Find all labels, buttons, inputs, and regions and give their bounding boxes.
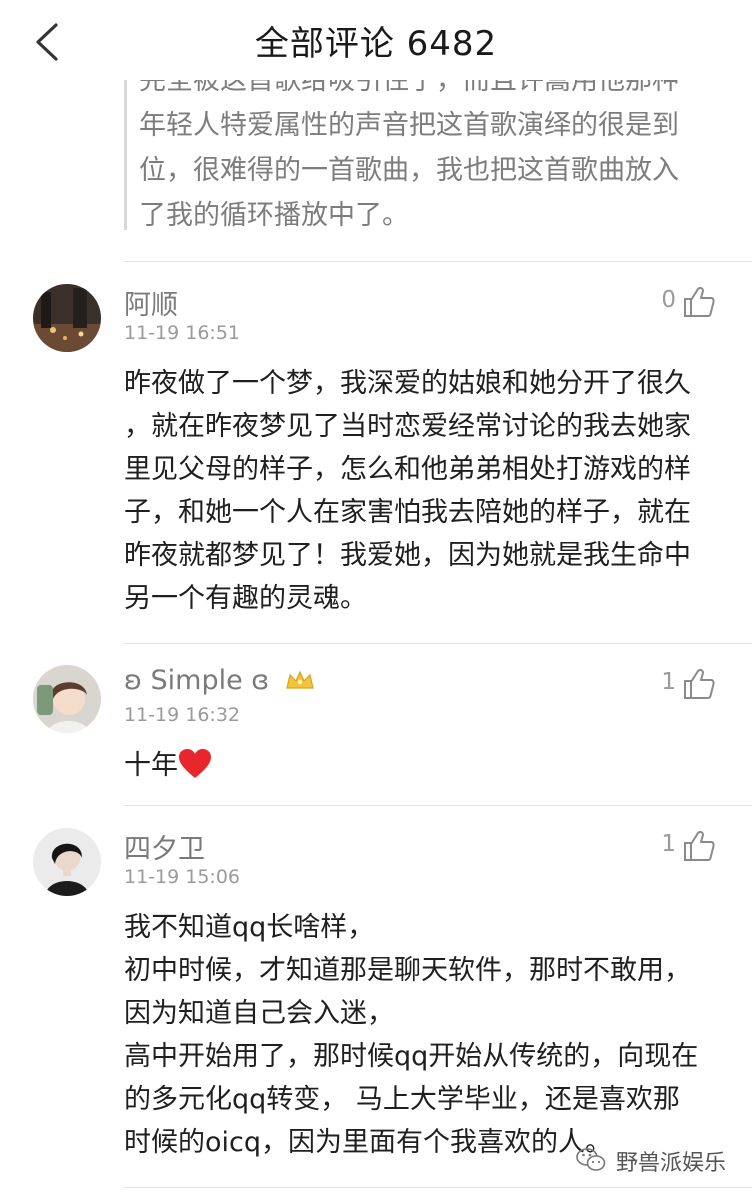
quote-line: 完全被这首歌给吸引住了，而且许嵩用他那种 [139,80,679,96]
comment-author[interactable]: 四夕卫 [124,827,205,866]
comment-text: 我不知道qq长啥样， 初中时候，才知道那是聊天软件，那时不敢用， 因为知道自己会… [124,906,724,1164]
comment-line: 我不知道qq长啥样， [124,912,375,943]
like-button[interactable]: 1 [626,829,716,863]
comment-time: 11-19 16:51 [124,322,241,344]
comment-line: 初中时候，才知道那是聊天软件，那时不敢用， [124,955,691,986]
quote-line: 位，很难得的一首歌曲，我也把这首歌曲放入 [139,155,679,186]
wechat-icon [576,1148,606,1171]
divider [124,805,752,806]
thumbs-up-icon [684,830,715,861]
comment-line: 另一个有趣的灵魂。 [124,583,367,614]
comment-line: 昨夜就都梦见了！我爱她，因为她就是我生命中 [124,540,691,571]
divider [124,643,752,644]
comment-time: 11-19 15:06 [124,866,241,888]
comment-line: 里见父母的样子，怎么和他弟弟相处打游戏的样 [124,454,691,485]
like-count: 1 [661,669,676,695]
divider [124,261,752,262]
crown-badge-icon [286,670,314,689]
comment-line: 因为知道自己会入迷， [124,998,394,1029]
comment-text: 十年 [124,744,724,787]
comment-author[interactable]: ʚ Simple ɞ [124,665,316,696]
comment-author-name: ʚ Simple ɞ [124,665,270,696]
like-count: 1 [661,831,676,857]
comment-line: 的多元化qq转变， 马上大学毕业，还是喜欢那 [124,1084,680,1115]
comment-line: 子，和她一个人在家害怕我去陪她的样子，就在 [124,497,691,528]
divider [124,1187,752,1188]
like-count: 0 [661,287,676,313]
header: 全部评论 6482 [0,0,752,82]
avatar[interactable] [33,828,101,896]
comment-time: 11-19 16:32 [124,704,241,726]
watermark: 野兽派娱乐 [576,1145,726,1176]
comment-line: 十年 [124,750,178,781]
page-title: 全部评论 6482 [254,24,498,64]
quote-line: 了我的循环播放中了。 [139,200,409,230]
like-button[interactable]: 1 [626,667,716,701]
comment-line: 高中开始用了，那时候qq开始从传统的，向现在 [124,1041,699,1072]
thumbs-up-icon [684,668,715,699]
watermark-text: 野兽派娱乐 [615,1151,726,1176]
comment-line: ，就在昨夜梦见了当时恋爱经常讨论的我去她家 [124,411,691,442]
red-heart-icon [179,749,211,778]
avatar[interactable] [33,665,101,733]
comment-author[interactable]: 阿顺 [124,283,178,322]
quoted-reply: 完全被这首歌给吸引住了，而且许嵩用他那种 年轻人特爱属性的声音把这首歌演绎的很是… [124,80,727,230]
thumbs-up-icon [684,286,715,317]
comment-line: 昨夜做了一个梦，我深爱的姑娘和她分开了很久 [124,368,691,399]
comment-text: 昨夜做了一个梦，我深爱的姑娘和她分开了很久 ，就在昨夜梦见了当时恋爱经常讨论的我… [124,362,724,620]
avatar[interactable] [33,284,101,352]
like-button[interactable]: 0 [626,285,716,319]
quote-line: 年轻人特爱属性的声音把这首歌演绎的很是到 [139,110,679,141]
